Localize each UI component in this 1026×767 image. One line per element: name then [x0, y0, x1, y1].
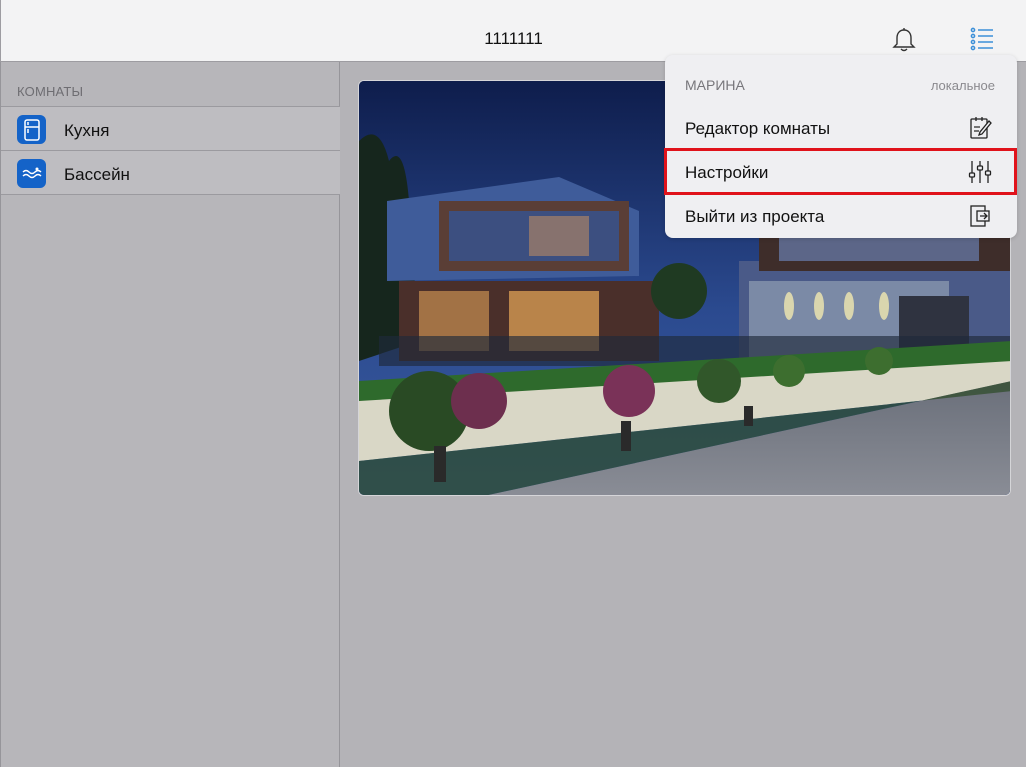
sliders-icon: [967, 159, 993, 185]
room-label: Кухня: [64, 121, 110, 140]
rooms-section-title: КОМНАТЫ: [17, 84, 84, 99]
user-name: МАРИНА: [685, 77, 745, 93]
room-item-kitchen[interactable]: Кухня: [1, 107, 340, 151]
menu-item-room-editor[interactable]: Редактор комнаты: [665, 106, 1017, 150]
bell-icon[interactable]: [890, 27, 918, 53]
pool-waves-icon: [17, 159, 46, 188]
menu-item-label: Редактор комнаты: [685, 119, 831, 138]
list-menu-icon[interactable]: [967, 26, 997, 52]
top-bar: 1111111: [0, 0, 1026, 62]
menu-item-label: Выйти из проекта: [685, 207, 825, 226]
account-popover: МАРИНА локальное Редактор комнаты Настро…: [665, 55, 1017, 238]
connection-mode: локальное: [930, 78, 995, 93]
project-title: 1111111: [484, 29, 543, 48]
menu-item-settings[interactable]: Настройки: [665, 149, 1017, 193]
menu-item-exit-project[interactable]: Выйти из проекта: [665, 193, 1017, 237]
room-item-pool[interactable]: Бассейн: [1, 151, 340, 195]
rooms-sidebar: КОМНАТЫ Кухня Бассейн: [0, 62, 340, 767]
room-list: Кухня Бассейн: [1, 106, 340, 195]
menu-item-label: Настройки: [685, 163, 769, 182]
edit-document-icon: [967, 115, 993, 141]
room-label: Бассейн: [64, 165, 130, 184]
fridge-icon: [17, 115, 46, 144]
exit-icon: [967, 203, 993, 229]
